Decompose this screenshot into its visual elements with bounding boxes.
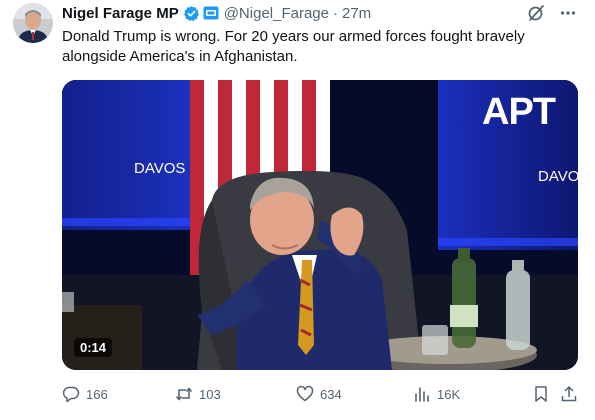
- reply-button[interactable]: 166: [62, 382, 108, 406]
- timestamp[interactable]: 27m: [342, 5, 371, 22]
- user-handle[interactable]: @Nigel_Farage: [224, 5, 329, 22]
- share-button[interactable]: [560, 382, 584, 406]
- repost-count: 103: [199, 386, 221, 402]
- bookmark-icon: [532, 385, 550, 403]
- bookmark-button[interactable]: [532, 382, 556, 406]
- heart-icon: [296, 385, 314, 403]
- video-duration: 0:14: [74, 338, 113, 357]
- affiliation-badge-icon[interactable]: [203, 5, 219, 21]
- verified-badge-icon[interactable]: [183, 5, 200, 22]
- repost-icon: [175, 385, 193, 403]
- reply-count: 166: [86, 386, 108, 402]
- apt-logo: APT: [482, 91, 556, 133]
- repost-button[interactable]: 103: [175, 382, 221, 406]
- like-count: 634: [320, 386, 342, 402]
- top-actions: [527, 4, 577, 22]
- avatar[interactable]: [13, 3, 53, 43]
- views-button[interactable]: 16K: [413, 382, 460, 406]
- view-count: 16K: [437, 386, 461, 402]
- video-player[interactable]: DAVOS DAVOS APT 0:14: [62, 80, 578, 370]
- tweet: Nigel Farage MP @Nigel_Farage · 27m Dona…: [0, 0, 595, 420]
- banner-text-right: DAVOS: [538, 168, 578, 185]
- display-name[interactable]: Nigel Farage MP: [62, 5, 179, 22]
- tweet-text: Donald Trump is wrong. For 20 years our …: [62, 28, 525, 65]
- grok-icon[interactable]: [527, 4, 545, 22]
- tweet-header: Nigel Farage MP @Nigel_Farage · 27m: [62, 2, 371, 24]
- more-options-icon[interactable]: [559, 4, 577, 22]
- banner-text-left: DAVOS: [134, 160, 185, 177]
- share-icon: [560, 385, 578, 403]
- video-thumbnail: DAVOS DAVOS APT: [62, 80, 578, 370]
- separator-dot: ·: [332, 4, 338, 22]
- reply-icon: [62, 385, 80, 403]
- action-bar: 166 103 634 16K: [62, 382, 580, 406]
- like-button[interactable]: 634: [296, 382, 342, 406]
- analytics-icon: [413, 385, 431, 403]
